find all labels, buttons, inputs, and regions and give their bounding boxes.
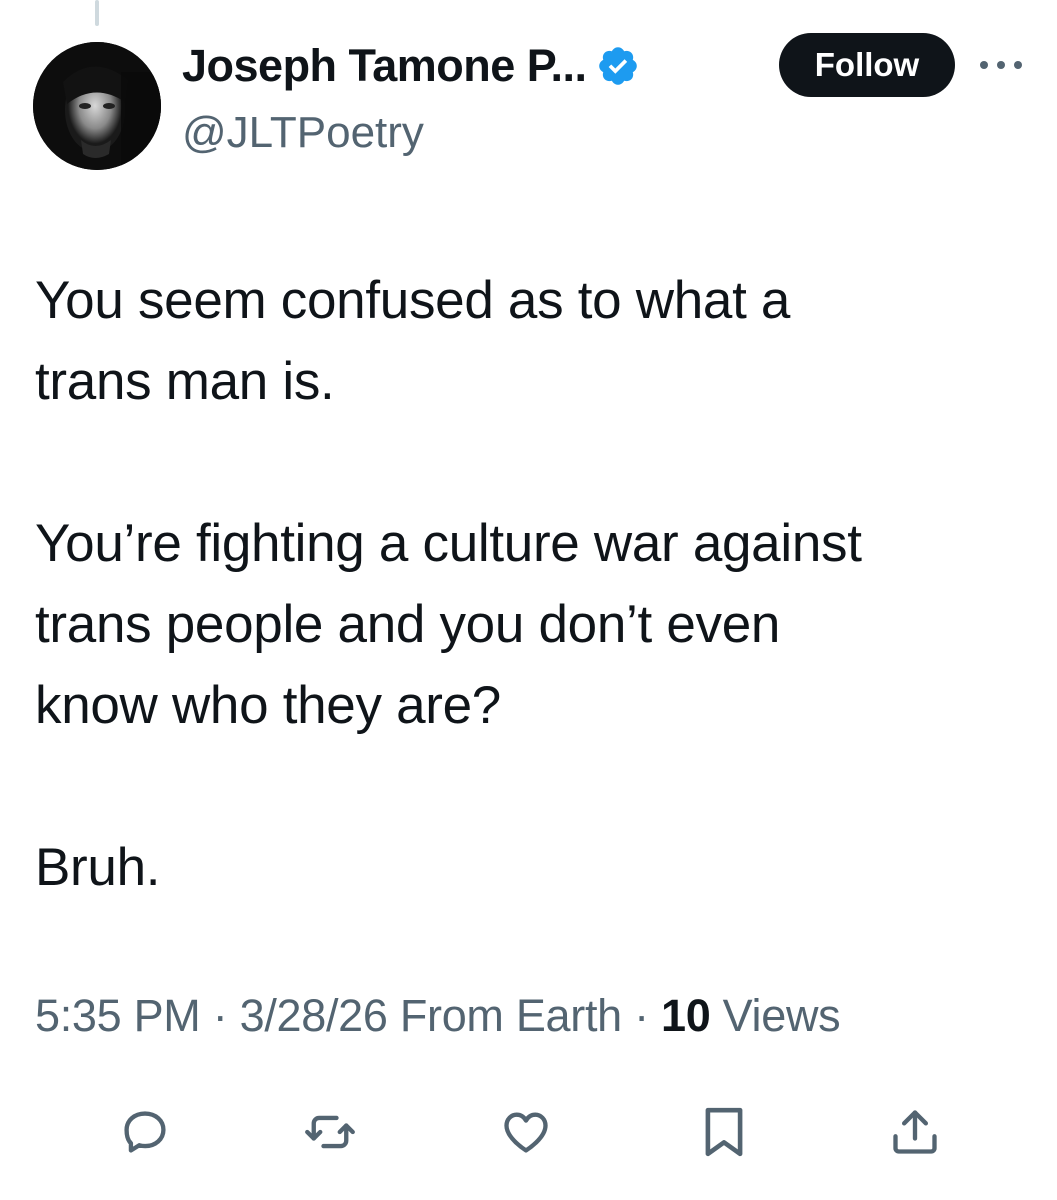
verified-badge-icon[interactable] (596, 44, 640, 88)
meta-separator: · (200, 990, 240, 1041)
tweet-metadata: 5:35 PM · 3/28/26 From Earth · 10 Views (35, 990, 841, 1042)
retweet-icon[interactable] (300, 1100, 360, 1164)
views-label: Views (710, 990, 841, 1041)
tweet-paragraph: Bruh. (35, 838, 161, 897)
meta-separator: · (621, 990, 661, 1041)
tweet-paragraph: You’re fighting a culture war against tr… (35, 514, 862, 735)
more-dots-icon[interactable] (978, 50, 1024, 80)
like-icon[interactable] (496, 1100, 556, 1164)
tweet-action-bar (0, 1100, 1057, 1170)
avatar-photo (33, 42, 161, 170)
reply-icon[interactable] (115, 1100, 175, 1164)
author-display-name[interactable]: Joseph Tamone P... (182, 40, 587, 92)
avatar[interactable] (33, 42, 161, 170)
thread-connector-line (95, 0, 99, 26)
tweet-text: You seem confused as to what a trans man… (35, 260, 1025, 989)
tweet-paragraph: You seem confused as to what a trans man… (35, 271, 791, 411)
author-name-row: Joseph Tamone P... (182, 36, 640, 96)
bookmark-icon[interactable] (694, 1100, 754, 1164)
views-count: 10 (660, 990, 711, 1041)
tweet-time[interactable]: 5:35 PM (35, 990, 201, 1041)
author-handle[interactable]: @JLTPoetry (182, 108, 424, 158)
tweet-date-source[interactable]: 3/28/26 From Earth (240, 990, 623, 1041)
share-icon[interactable] (885, 1100, 945, 1164)
follow-button[interactable]: Follow (779, 33, 955, 97)
